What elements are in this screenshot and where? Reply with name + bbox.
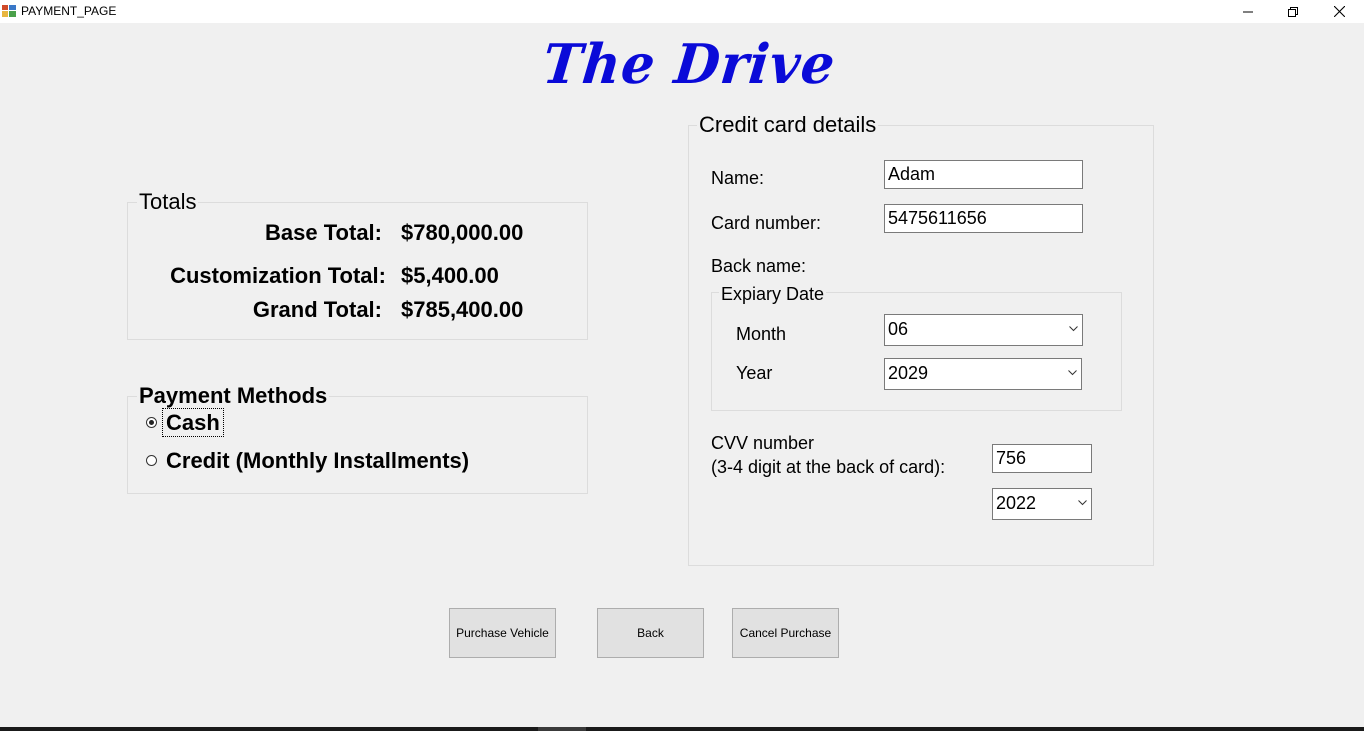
title-bar: PAYMENT_PAGE [0, 0, 1364, 23]
cvv-hint: (3-4 digit at the back of card): [711, 457, 946, 477]
close-icon [1333, 6, 1345, 17]
chevron-down-icon [1068, 370, 1077, 376]
expiry-date-group [711, 292, 1122, 411]
chevron-down-icon [1078, 500, 1087, 506]
grand-total-label: Grand Total: [252, 297, 382, 322]
restore-button[interactable] [1270, 0, 1316, 23]
customization-total-value: $5,400.00 [401, 263, 499, 288]
base-total-value: $780,000.00 [401, 220, 524, 245]
expiry-date-label: Expiary Date [719, 284, 827, 305]
totals-group-label: Totals [137, 189, 199, 215]
name-field[interactable]: Adam [884, 160, 1083, 189]
minimize-button[interactable] [1225, 0, 1271, 23]
chevron-down-icon [1069, 326, 1078, 332]
grand-total-value: $785,400.00 [401, 297, 524, 322]
credit-card-group-label: Credit card details [697, 112, 879, 138]
minimize-icon [1243, 11, 1253, 12]
back-button[interactable]: Back [597, 608, 704, 658]
close-button[interactable] [1316, 0, 1362, 23]
app-icon [2, 5, 16, 17]
back-name-label: Back name: [711, 256, 807, 276]
cancel-purchase-button[interactable]: Cancel Purchase [732, 608, 839, 658]
taskbar-strip [0, 727, 1364, 731]
cvv-field[interactable]: 756 [992, 444, 1092, 473]
brand-logo: The Drive [539, 32, 839, 97]
year-value: 2029 [888, 363, 929, 383]
extra-year-dropdown[interactable]: 2022 [992, 488, 1092, 520]
base-total-label: Base Total: [265, 220, 382, 245]
extra-year-value: 2022 [996, 493, 1037, 513]
month-dropdown[interactable]: 06 [884, 314, 1083, 346]
card-number-field[interactable]: 5475611656 [884, 204, 1083, 233]
month-value: 06 [888, 319, 909, 339]
cash-radio-label[interactable]: Cash [162, 408, 224, 437]
month-label: Month [736, 324, 787, 344]
window-title: PAYMENT_PAGE [21, 4, 117, 18]
restore-icon [1288, 6, 1298, 17]
customization-total-label: Customization Total: [170, 263, 386, 288]
cvv-label: CVV number [711, 433, 815, 453]
cash-radio[interactable] [146, 417, 157, 428]
purchase-vehicle-button[interactable]: Purchase Vehicle [449, 608, 556, 658]
credit-radio-label[interactable]: Credit (Monthly Installments) [166, 448, 469, 474]
year-dropdown[interactable]: 2029 [884, 358, 1082, 390]
year-label: Year [736, 363, 773, 383]
card-number-label: Card number: [711, 213, 822, 233]
name-label: Name: [711, 168, 765, 188]
payment-methods-label: Payment Methods [137, 383, 330, 409]
credit-radio[interactable] [146, 455, 157, 466]
